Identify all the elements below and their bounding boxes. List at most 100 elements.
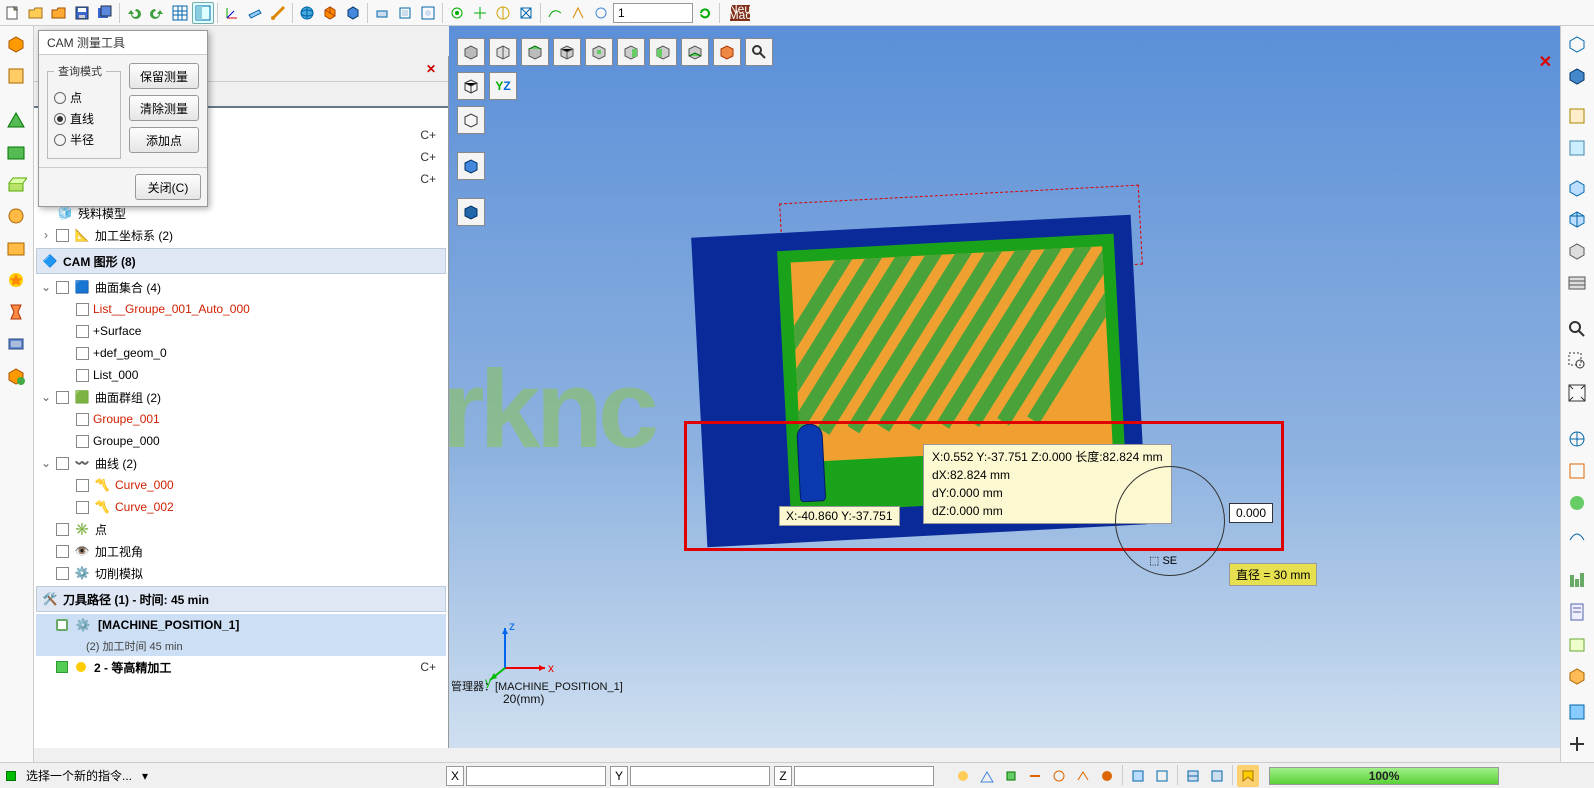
st-ico-2[interactable] xyxy=(976,765,998,787)
tree-surfgroup[interactable]: ⌄🟩曲面群组 (2) xyxy=(36,386,446,408)
r-ico-6[interactable] xyxy=(1563,206,1591,234)
wireframe-icon[interactable] xyxy=(457,72,485,100)
checkbox[interactable] xyxy=(56,545,69,558)
tree-curve002[interactable]: 〽️Curve_002 xyxy=(36,496,446,518)
st-ico-1[interactable] xyxy=(952,765,974,787)
view-front-icon[interactable] xyxy=(489,38,517,66)
panel-close-icon[interactable]: ✕ xyxy=(420,60,442,78)
checkbox[interactable] xyxy=(56,281,69,294)
st-ico-10[interactable] xyxy=(1182,765,1204,787)
st-ico-9[interactable] xyxy=(1151,765,1173,787)
side-ico-11[interactable] xyxy=(2,362,30,390)
save-icon[interactable] xyxy=(71,2,93,24)
side-ico-1[interactable] xyxy=(2,30,30,58)
layout-icon[interactable] xyxy=(192,2,214,24)
r-ico-last2[interactable] xyxy=(1563,730,1591,758)
view-top-icon[interactable] xyxy=(521,38,549,66)
tree-point[interactable]: ✳️点 xyxy=(36,518,446,540)
prompt-dropdown-icon[interactable]: ▾ xyxy=(142,769,148,783)
side-ico-8[interactable] xyxy=(2,266,30,294)
checkbox[interactable] xyxy=(76,435,89,448)
side-ico-3[interactable] xyxy=(2,106,30,134)
st-ico-12[interactable] xyxy=(1237,765,1259,787)
grid-icon[interactable] xyxy=(169,2,191,24)
section-toolpath[interactable]: 🛠️刀具路径 (1) - 时间: 45 min xyxy=(36,586,446,612)
path-a-icon[interactable] xyxy=(544,2,566,24)
neumac-icon[interactable]: NeuMac xyxy=(729,2,751,24)
v-shade1-icon[interactable] xyxy=(457,152,485,180)
r-ico-b[interactable] xyxy=(1563,457,1591,485)
tree-plus-def[interactable]: +def_geom_0 xyxy=(36,342,446,364)
v-wire-icon[interactable] xyxy=(457,106,485,134)
checkbox[interactable] xyxy=(56,229,69,242)
saveall-icon[interactable] xyxy=(94,2,116,24)
view-f-icon[interactable] xyxy=(713,38,741,66)
view-c-icon[interactable] xyxy=(617,38,645,66)
snap-d-icon[interactable] xyxy=(515,2,537,24)
st-ico-4[interactable] xyxy=(1024,765,1046,787)
tree-coordsys[interactable]: ›📐加工坐标系 (2) xyxy=(36,224,446,246)
tree-machpos[interactable]: ⚙️[MACHINE_POSITION_1] (2) 加工时间 45 min xyxy=(36,614,446,656)
checkbox[interactable] xyxy=(76,347,89,360)
viewport-close-icon[interactable]: ✕ xyxy=(1539,52,1552,72)
side-ico-7[interactable] xyxy=(2,234,30,262)
keep-measure-button[interactable]: 保留测量 xyxy=(129,63,199,89)
checkbox[interactable] xyxy=(56,391,69,404)
checkbox[interactable] xyxy=(56,457,69,470)
r-ico-zoomwin[interactable] xyxy=(1563,347,1591,375)
refresh-icon[interactable] xyxy=(694,2,716,24)
viewport[interactable]: YZ ✕ worknc 科技 X:0.552 Y:-37.751 Z:0.000… xyxy=(449,26,1560,748)
tool-c-icon[interactable] xyxy=(417,2,439,24)
checkbox[interactable] xyxy=(56,523,69,536)
view-b-icon[interactable] xyxy=(585,38,613,66)
r-ico-3[interactable] xyxy=(1563,102,1591,130)
view-iso-icon[interactable] xyxy=(457,38,485,66)
r-ico-8[interactable] xyxy=(1563,269,1591,297)
open-icon[interactable] xyxy=(25,2,47,24)
clear-measure-button[interactable]: 清除测量 xyxy=(129,95,199,121)
st-ico-3[interactable] xyxy=(1000,765,1022,787)
tree-groupe001[interactable]: Groupe_001 xyxy=(36,408,446,430)
tree-op2[interactable]: 2 - 等高精加工C+ xyxy=(36,656,446,678)
r-ico-f[interactable] xyxy=(1563,598,1591,626)
r-ico-d[interactable] xyxy=(1563,521,1591,549)
r-ico-c[interactable] xyxy=(1563,489,1591,517)
side-ico-6[interactable] xyxy=(2,202,30,230)
coord-z-input[interactable] xyxy=(794,766,934,786)
cube-orange-icon[interactable] xyxy=(319,2,341,24)
open2-icon[interactable] xyxy=(48,2,70,24)
coord-y-input[interactable] xyxy=(630,766,770,786)
snap-a-icon[interactable] xyxy=(446,2,468,24)
r-ico-2[interactable] xyxy=(1563,62,1591,90)
tree-curve000[interactable]: 〽️Curve_000 xyxy=(36,474,446,496)
checkbox[interactable] xyxy=(76,413,89,426)
plane-icon[interactable] xyxy=(244,2,266,24)
v-shade2-icon[interactable] xyxy=(457,198,485,226)
r-ico-fit[interactable] xyxy=(1563,379,1591,407)
yz-label[interactable]: YZ xyxy=(489,72,517,100)
radio-radius[interactable]: 半径 xyxy=(54,131,114,148)
st-ico-11[interactable] xyxy=(1206,765,1228,787)
r-ico-zoom[interactable] xyxy=(1563,315,1591,343)
dialog-title[interactable]: CAM 测量工具 xyxy=(39,31,207,55)
toolbar-number-input[interactable] xyxy=(613,3,693,23)
r-ico-e[interactable] xyxy=(1563,566,1591,594)
st-ico-5[interactable] xyxy=(1048,765,1070,787)
section-cam-shapes[interactable]: 🔷CAM 图形 (8) xyxy=(36,248,446,274)
globe-icon[interactable] xyxy=(296,2,318,24)
st-ico-8[interactable] xyxy=(1127,765,1149,787)
redo-icon[interactable] xyxy=(146,2,168,24)
checkbox[interactable] xyxy=(76,369,89,382)
tree-cutsim[interactable]: ⚙️切削模拟 xyxy=(36,562,446,584)
new-icon[interactable] xyxy=(2,2,24,24)
checkbox[interactable] xyxy=(76,501,89,514)
r-ico-a[interactable] xyxy=(1563,425,1591,453)
view-zoom-icon[interactable] xyxy=(745,38,773,66)
tree-plus-surface[interactable]: +Surface xyxy=(36,320,446,342)
st-ico-6[interactable] xyxy=(1072,765,1094,787)
view-e-icon[interactable] xyxy=(681,38,709,66)
checkbox[interactable] xyxy=(76,303,89,316)
side-ico-2[interactable] xyxy=(2,62,30,90)
undo-icon[interactable] xyxy=(123,2,145,24)
tree-surfset[interactable]: ⌄🟦曲面集合 (4) xyxy=(36,276,446,298)
